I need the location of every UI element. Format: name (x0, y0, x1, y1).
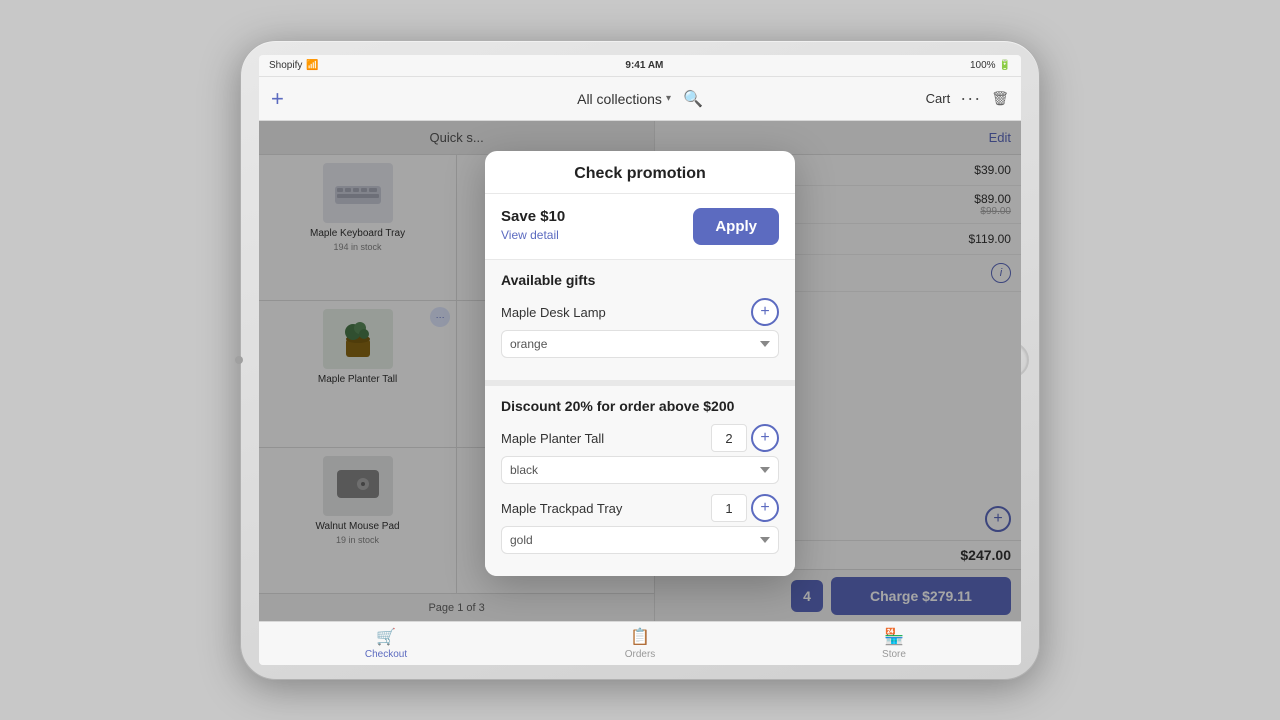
promo-section: Save $10 View detail Apply (485, 194, 795, 260)
qty-controls: + (711, 424, 779, 452)
status-left: Shopify 📶 (269, 60, 319, 71)
checkout-tab-label: Checkout (365, 649, 407, 660)
nav-center: All collections ▾ 🔍 (351, 89, 929, 109)
gift-variant-select[interactable]: orange white black (501, 330, 779, 358)
qty-controls: + (711, 494, 779, 522)
promo-name: Save $10 (501, 208, 565, 225)
tab-orders[interactable]: 📋 Orders (513, 627, 767, 660)
collections-dropdown-arrow[interactable]: ▾ (666, 93, 671, 104)
checkout-tab-icon: 🛒 (376, 627, 396, 647)
discount-item: Maple Trackpad Tray + gold silver (501, 494, 779, 554)
modal-title: Check promotion (574, 165, 706, 182)
tab-checkout[interactable]: 🛒 Checkout (259, 627, 513, 660)
delete-icon[interactable]: 🗑 (991, 90, 1009, 107)
more-options-icon[interactable]: ··· (960, 88, 981, 109)
battery-icon: 🔋 (999, 60, 1011, 71)
gifts-section-title: Available gifts (501, 272, 779, 288)
modal-overlay[interactable]: Check promotion Save $10 View detail App… (259, 121, 1021, 621)
tab-store[interactable]: 🏪 Store (767, 627, 1021, 660)
qty-increase-button[interactable]: + (751, 424, 779, 452)
apply-button[interactable]: Apply (693, 208, 779, 245)
tab-bar: 🛒 Checkout 📋 Orders 🏪 Store (259, 621, 1021, 665)
discount-item-variant-select[interactable]: gold silver black (501, 526, 779, 554)
modal-header: Check promotion (485, 151, 795, 194)
gifts-section: Available gifts Maple Desk Lamp + orange… (485, 260, 795, 380)
carrier-label: Shopify (269, 60, 302, 71)
discount-item-name: Maple Trackpad Tray (501, 501, 622, 516)
battery-label: 100% (970, 60, 996, 71)
nav-right: Cart ··· 🗑 (929, 88, 1009, 109)
ipad-screen: Shopify 📶 9:41 AM 100% 🔋 + All collectio… (259, 55, 1021, 665)
main-content: Quick s... Maple Keyboard Tray 194 in st… (259, 121, 1021, 621)
store-tab-label: Store (882, 649, 906, 660)
modal-body: Save $10 View detail Apply Available gif… (485, 194, 795, 576)
discount-item-name: Maple Planter Tall (501, 431, 604, 446)
status-bar: Shopify 📶 9:41 AM 100% 🔋 (259, 55, 1021, 77)
store-tab-icon: 🏪 (884, 627, 904, 647)
collections-title[interactable]: All collections (577, 91, 662, 107)
time-label: 9:41 AM (625, 60, 663, 71)
gift-item-name: Maple Desk Lamp (501, 305, 606, 320)
ipad-shell: Shopify 📶 9:41 AM 100% 🔋 + All collectio… (240, 40, 1040, 680)
qty-input[interactable] (711, 424, 747, 452)
qty-input[interactable] (711, 494, 747, 522)
discount-section: Discount 20% for order above $200 Maple … (485, 380, 795, 576)
search-icon[interactable]: 🔍 (683, 89, 703, 109)
discount-item-header: Maple Planter Tall + (501, 424, 779, 452)
wifi-icon: 📶 (306, 60, 318, 71)
view-detail-link[interactable]: View detail (501, 228, 565, 242)
status-right: 100% 🔋 (970, 60, 1011, 71)
qty-increase-button[interactable]: + (751, 494, 779, 522)
side-dot (235, 356, 243, 364)
check-promotion-modal: Check promotion Save $10 View detail App… (485, 151, 795, 576)
cart-title: Cart (926, 91, 951, 106)
discount-section-title: Discount 20% for order above $200 (501, 398, 779, 414)
nav-left: + (271, 86, 351, 112)
discount-item-header: Maple Trackpad Tray + (501, 494, 779, 522)
gift-item: Maple Desk Lamp + orange white black (501, 298, 779, 358)
add-gift-button[interactable]: + (751, 298, 779, 326)
add-button[interactable]: + (271, 86, 284, 112)
discount-item-variant-select[interactable]: black white natural (501, 456, 779, 484)
nav-bar: + All collections ▾ 🔍 Cart ··· 🗑 (259, 77, 1021, 121)
orders-tab-icon: 📋 (630, 627, 650, 647)
orders-tab-label: Orders (625, 649, 656, 660)
promo-left: Save $10 View detail (501, 208, 565, 242)
gift-item-header: Maple Desk Lamp + (501, 298, 779, 326)
discount-item: Maple Planter Tall + black white (501, 424, 779, 484)
